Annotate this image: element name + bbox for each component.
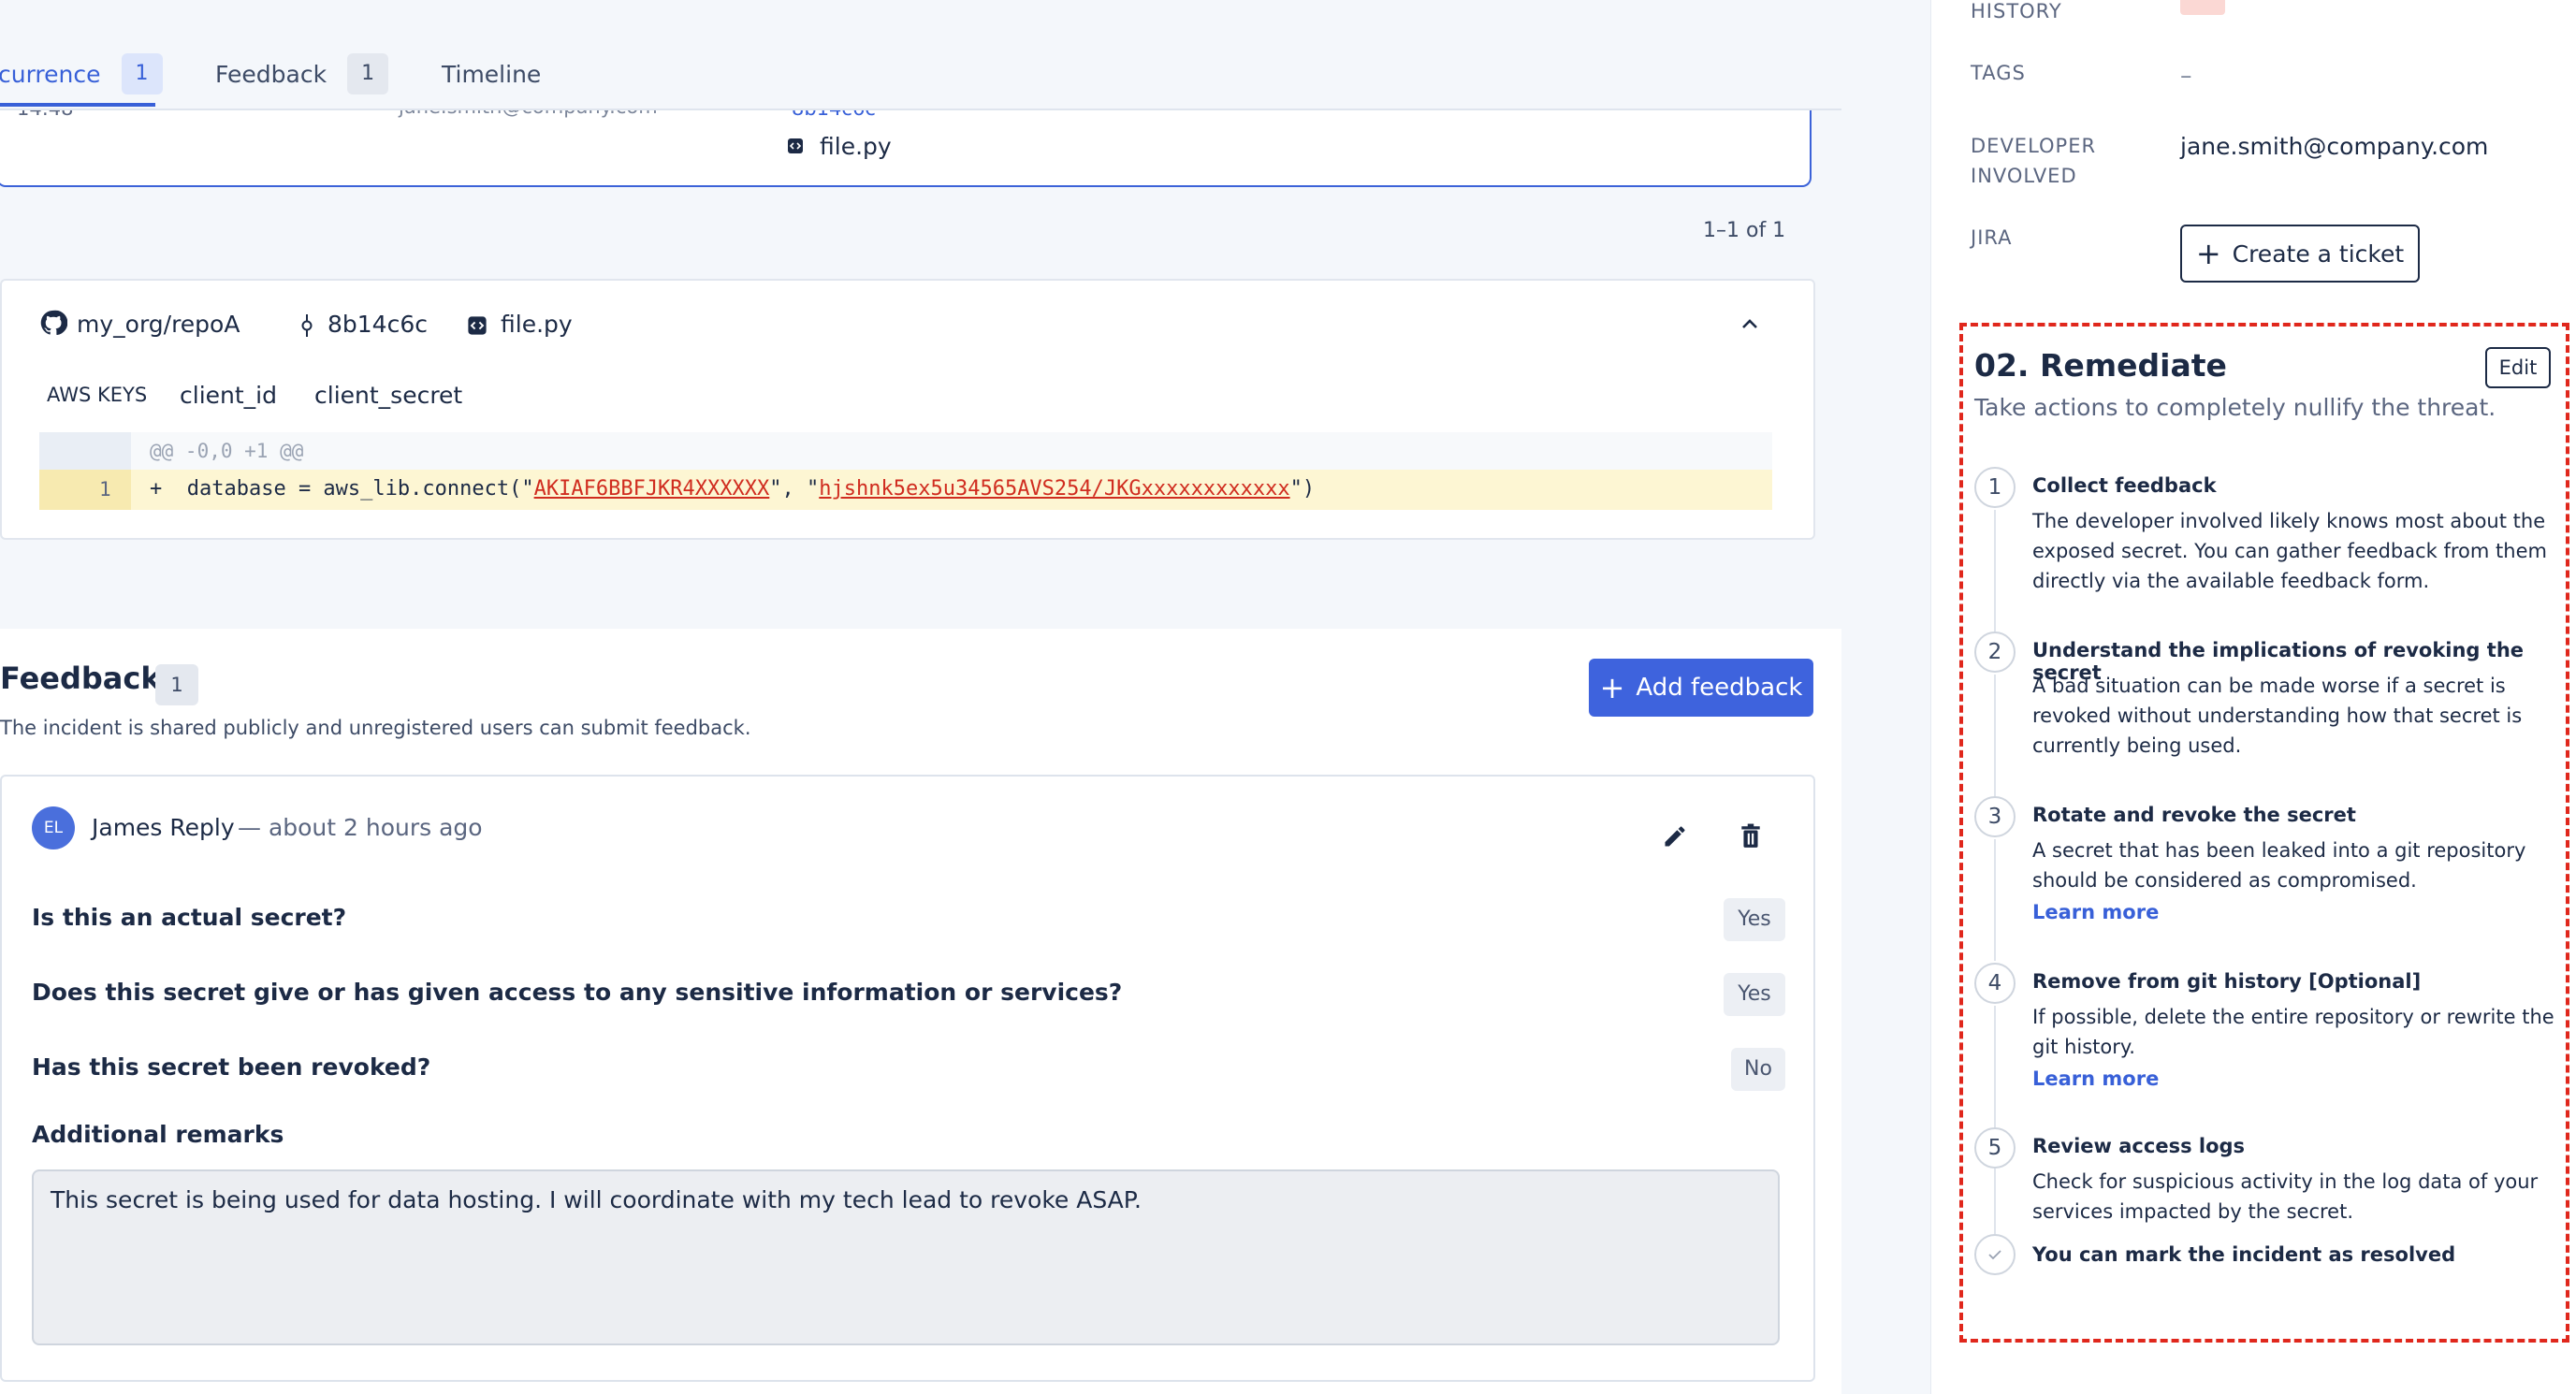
chevron-up-icon[interactable] — [1740, 316, 1759, 334]
create-ticket-label: Create a ticket — [2232, 240, 2405, 268]
field-client-id: client_id — [180, 382, 277, 409]
diff-header-row: @@ -0,0 +1 @@ — [39, 432, 1772, 470]
step-description: If possible, delete the entire repositor… — [2032, 1006, 2554, 1058]
add-feedback-button[interactable]: + Add feedback — [1589, 659, 1813, 717]
question-3: Has this secret been revoked? — [32, 1053, 431, 1081]
occurrence-detail-card: my_org/repoA 8b14c6c file.py AWS KEYS cl… — [0, 279, 1815, 540]
resolve-step-title: You can mark the incident as resolved — [2032, 1243, 2456, 1266]
check-icon — [1974, 1234, 2016, 1275]
tab-occurrence[interactable]: currence 1 — [0, 52, 163, 95]
plus-icon: + — [1599, 670, 1625, 705]
step-number-3: 3 — [1974, 796, 2016, 837]
tab-bar: currence 1 Feedback 1 Timeline — [0, 0, 1841, 110]
tab-label: Feedback — [215, 60, 327, 88]
detector-name: AWS KEYS — [47, 384, 148, 406]
diff-line-gutter: 1 — [39, 470, 131, 510]
tags-value[interactable]: – — [2180, 62, 2192, 89]
avatar: EL — [32, 806, 75, 849]
github-icon — [39, 309, 68, 341]
remarks-textarea[interactable]: This secret is being used for data hosti… — [32, 1169, 1780, 1345]
remediate-panel: 02. Remediate Edit Take actions to compl… — [1959, 323, 2569, 1343]
active-tab-indicator — [0, 103, 155, 107]
step-number-5: 5 — [1974, 1127, 2016, 1169]
feedback-card: EL James Reply — about 2 hours ago Is th… — [0, 775, 1815, 1382]
step-number-2: 2 — [1974, 632, 2016, 673]
incident-sidebar: HISTORY TAGS – DEVELOPER INVOLVED jane.s… — [1930, 0, 2576, 1394]
step-number-4: 4 — [1974, 963, 2016, 1004]
remediate-title: 02. Remediate — [1974, 347, 2227, 384]
tab-timeline[interactable]: Timeline — [442, 52, 541, 95]
edit-button[interactable]: Edit — [2485, 347, 2551, 388]
field-client-secret: client_secret — [314, 382, 463, 409]
history-badge — [2180, 0, 2225, 15]
remediate-subtitle: Take actions to completely nullify the t… — [1974, 394, 2496, 421]
occurrence-file[interactable]: file.py — [820, 133, 892, 160]
file-icon — [466, 314, 488, 341]
tab-count: 1 — [347, 53, 389, 94]
step-description: A bad situation can be made worse if a s… — [2032, 675, 2523, 757]
feedback-subtitle: The incident is shared publicly and unre… — [0, 717, 751, 739]
step-title: Review access logs — [2032, 1135, 2246, 1157]
history-label: HISTORY — [1971, 0, 2062, 22]
feedback-author: James Reply — [92, 814, 235, 841]
add-feedback-label: Add feedback — [1636, 674, 1803, 702]
remarks-label: Additional remarks — [32, 1121, 284, 1148]
feedback-title: Feedback — [0, 661, 161, 696]
step-connector — [1994, 839, 1996, 961]
diff-added-line: 1 + database = aws_lib.connect("AKIAF6BB… — [39, 470, 1772, 510]
code-diff: @@ -0,0 +1 @@ 1 + database = aws_lib.con… — [39, 432, 1772, 510]
learn-more-link[interactable]: Learn more — [2032, 1067, 2159, 1090]
incident-main-panel: 14:48 jane.smith@company.com 8b14c6c fil… — [0, 0, 1841, 1394]
code-text: + database = aws_lib.connect(" — [150, 477, 534, 501]
plus-icon: + — [2195, 236, 2221, 271]
answer-3: No — [1731, 1048, 1785, 1091]
learn-more-link[interactable]: Learn more — [2032, 901, 2159, 923]
step-description: The developer involved likely knows most… — [2032, 510, 2547, 592]
developer-email: jane.smith@company.com — [2180, 133, 2489, 160]
diff-hunk-header: @@ -0,0 +1 @@ — [150, 440, 304, 462]
line-number: 1 — [99, 478, 111, 501]
tab-label: Timeline — [442, 60, 542, 88]
jira-label: JIRA — [1971, 226, 2013, 249]
question-1: Is this an actual secret? — [32, 904, 347, 931]
feedback-count-badge: 1 — [155, 664, 198, 705]
tags-label: TAGS — [1971, 62, 2026, 84]
step-title: Collect feedback — [2032, 474, 2217, 497]
question-2: Does this secret give or has given acces… — [32, 979, 1123, 1006]
step-number-1: 1 — [1974, 467, 2016, 508]
developer-label: DEVELOPER INVOLVED — [1971, 135, 2097, 187]
file-name[interactable]: file.py — [501, 311, 573, 338]
step-connector — [1994, 1169, 1996, 1234]
step-title: Rotate and revoke the secret — [2032, 804, 2356, 826]
answer-2: Yes — [1724, 973, 1785, 1016]
edit-pencil-icon[interactable] — [1662, 823, 1688, 853]
code-text: ", " — [769, 477, 820, 501]
trash-icon[interactable] — [1739, 823, 1763, 853]
secret-access-key[interactable]: AKIAF6BBFJKR4XXXXXX — [534, 477, 770, 501]
code-text: ") — [1289, 477, 1316, 501]
step-title: Remove from git history [Optional] — [2032, 970, 2422, 993]
step-connector — [1994, 510, 1996, 632]
tab-feedback[interactable]: Feedback 1 — [215, 52, 389, 95]
feedback-time: — about 2 hours ago — [238, 814, 483, 841]
step-description: A secret that has been leaked into a git… — [2032, 839, 2526, 892]
pagination: 1–1 of 1 — [1703, 219, 1786, 242]
create-ticket-button[interactable]: + Create a ticket — [2180, 225, 2420, 283]
answer-1: Yes — [1724, 898, 1785, 941]
diff-code: + database = aws_lib.connect("AKIAF6BBFJ… — [150, 477, 1315, 501]
repo-name[interactable]: my_org/repoA — [77, 311, 240, 338]
step-connector — [1994, 1006, 1996, 1127]
diff-gutter — [39, 432, 131, 470]
step-description: Check for suspicious activity in the log… — [2032, 1170, 2539, 1223]
commit-icon — [299, 314, 314, 341]
tab-count: 1 — [121, 53, 163, 94]
occurrence-card[interactable]: 14:48 jane.smith@company.com 8b14c6c fil… — [0, 95, 1812, 187]
commit-sha[interactable]: 8b14c6c — [327, 311, 428, 338]
tab-label: currence — [0, 60, 101, 88]
file-icon — [786, 137, 805, 159]
secret-value[interactable]: hjshnk5ex5u34565AVS254/JKGxxxxxxxxxxxx — [819, 477, 1289, 501]
step-connector — [1994, 675, 1996, 796]
